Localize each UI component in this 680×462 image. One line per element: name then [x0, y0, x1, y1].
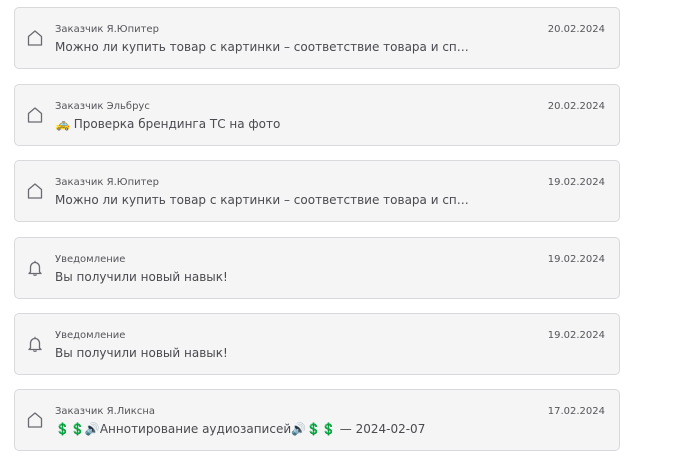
message-text: Вы получили новый навык!	[55, 346, 228, 360]
message-list: Заказчик Я.Юпитер 20.02.2024 Можно ли ку…	[0, 0, 680, 462]
message-sender: Заказчик Я.Юпитер	[55, 177, 159, 188]
message-text: 🚕 Проверка брендинга ТС на фото	[55, 117, 281, 131]
message-date: 20.02.2024	[547, 101, 605, 112]
bell-icon	[27, 335, 43, 353]
message-date: 19.02.2024	[547, 254, 605, 265]
house-icon	[27, 182, 43, 200]
message-sender: Заказчик Я.Ликсна	[55, 406, 155, 417]
message-date: 19.02.2024	[547, 330, 605, 341]
house-icon	[27, 106, 43, 124]
message-sender: Заказчик Эльбрус	[55, 101, 150, 112]
bell-icon	[27, 259, 43, 277]
house-icon	[27, 29, 43, 47]
message-item[interactable]: Заказчик Эльбрус 20.02.2024 🚕 Проверка б…	[14, 84, 620, 146]
message-date: 17.02.2024	[547, 406, 605, 417]
message-item[interactable]: Заказчик Я.Ликсна 17.02.2024 💲💲🔊Аннотиро…	[14, 389, 620, 451]
message-sender: Заказчик Я.Юпитер	[55, 24, 159, 35]
message-item[interactable]: Заказчик Я.Юпитер 19.02.2024 Можно ли ку…	[14, 160, 620, 222]
message-item[interactable]: Уведомление 19.02.2024 Вы получили новый…	[14, 237, 620, 299]
message-text: Можно ли купить товар с картинки – соотв…	[55, 193, 475, 207]
message-item[interactable]: Уведомление 19.02.2024 Вы получили новый…	[14, 313, 620, 375]
message-sender: Уведомление	[55, 254, 126, 265]
message-text: Вы получили новый навык!	[55, 270, 228, 284]
message-sender: Уведомление	[55, 330, 126, 341]
message-text: 💲💲🔊Аннотирование аудиозаписей🔊💲💲 — 2024-…	[55, 422, 426, 436]
message-item[interactable]: Заказчик Я.Юпитер 20.02.2024 Можно ли ку…	[14, 7, 620, 69]
message-date: 19.02.2024	[547, 177, 605, 188]
message-text: Можно ли купить товар с картинки – соотв…	[55, 40, 475, 54]
message-date: 20.02.2024	[547, 24, 605, 35]
house-icon	[27, 411, 43, 429]
